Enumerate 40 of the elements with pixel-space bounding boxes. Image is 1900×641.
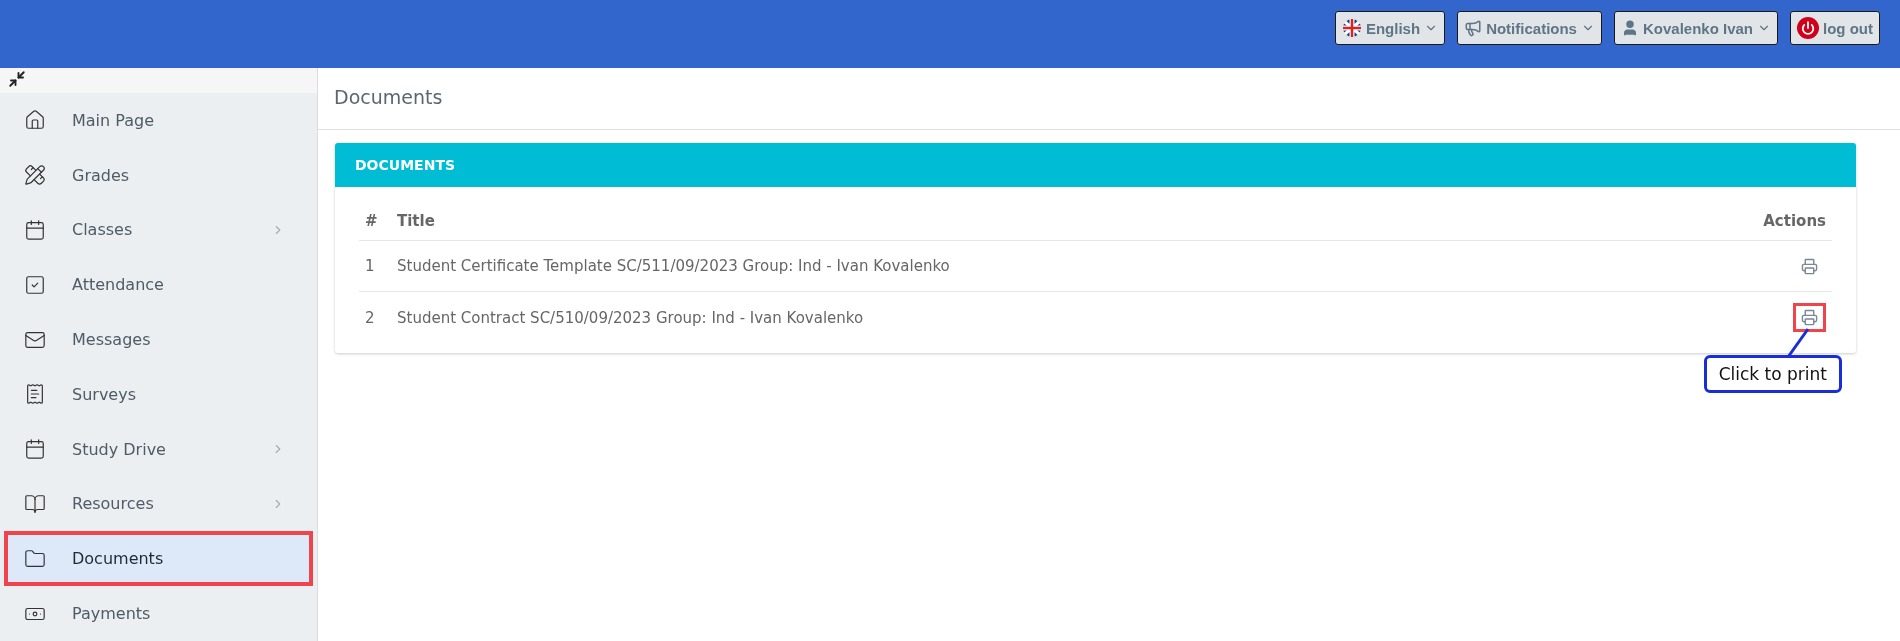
collapse-icon[interactable] (8, 70, 26, 88)
leader-line (1786, 327, 1810, 357)
printer-icon (1801, 257, 1818, 275)
sidebar-item[interactable]: Resources (4, 476, 313, 532)
sidebar-item[interactable]: Classes (4, 202, 313, 258)
table-cell-text: 2 (364, 308, 376, 327)
checkbox-icon (24, 273, 46, 296)
card-header: DOCUMENTS (335, 143, 1856, 187)
table-cell-text: Student Contract SC/510/09/2023 Group: Ind - Ivan Kovalenko (397, 308, 865, 327)
column-header: Title (397, 211, 436, 230)
column-header: # (364, 211, 379, 230)
calendar-icon (24, 438, 46, 461)
pencil-ruler-icon (24, 164, 46, 187)
sidebar-item[interactable]: Surveys (4, 367, 313, 422)
column-header: Actions (1763, 211, 1826, 230)
sidebar-item[interactable]: Messages (4, 312, 313, 367)
user-dropdown[interactable]: Kovalenko Ivan (1613, 11, 1778, 45)
sidebar-item[interactable]: Attendance (4, 257, 313, 313)
logout-button[interactable]: log out (1790, 11, 1880, 45)
folder-icon (24, 547, 46, 570)
power-icon (1797, 17, 1819, 39)
megaphone-icon (1464, 19, 1483, 37)
page-title: Documents (318, 68, 1900, 130)
table-cell-text: 1 (364, 257, 376, 275)
receipt-icon (24, 383, 46, 406)
sidebar-item[interactable]: Main Page (4, 93, 313, 148)
sidebar-item[interactable]: Study Drive (4, 421, 313, 477)
notifications-dropdown[interactable]: Notifications (1457, 11, 1602, 45)
sidebar-item[interactable]: Payments (4, 586, 313, 641)
sidebar-item[interactable]: Documents (4, 531, 313, 587)
print-button[interactable] (1793, 303, 1826, 332)
sidebar-item[interactable]: Grades (4, 147, 313, 203)
house-icon (24, 109, 46, 132)
table-cell-text: Student Certificate Template SC/511/09/2023 Group: Ind - Ivan Kovalenko (397, 257, 951, 275)
language-dropdown[interactable]: English (1334, 11, 1446, 45)
flag-icon (1341, 18, 1362, 38)
callout: Click to print (1703, 355, 1842, 393)
printer-icon (1801, 309, 1818, 326)
book-icon (24, 492, 46, 515)
calendar-icon (24, 219, 46, 241)
